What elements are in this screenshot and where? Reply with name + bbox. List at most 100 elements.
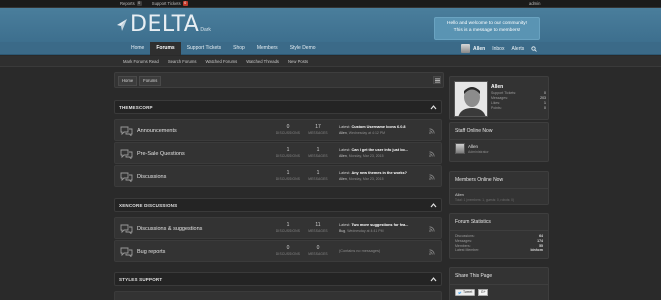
tab-forums[interactable]: Forums: [150, 42, 181, 55]
alerts-link[interactable]: Alerts: [511, 46, 524, 52]
discussion-count: 1 DISCUSSIONS: [275, 147, 301, 158]
support-tickets-link[interactable]: Support Tickets 0: [152, 1, 188, 6]
paper-plane-icon: [117, 19, 127, 31]
forum-node-partial: [114, 291, 442, 300]
google-plus-button[interactable]: G+: [478, 289, 489, 296]
discussion-count: 0 DISCUSSIONS: [275, 124, 301, 135]
main-navigation: Home Forums Support Tickets Shop Members…: [0, 42, 661, 55]
logo-subtitle: Dark: [200, 27, 211, 33]
latest-thread-link[interactable]: Any new themes in the works?: [351, 171, 407, 175]
site-logo[interactable]: DELTA Dark: [116, 14, 211, 36]
message-count: 11 MESSAGES: [308, 222, 328, 233]
admin-link[interactable]: admin: [529, 1, 540, 6]
rss-icon[interactable]: [429, 151, 435, 157]
tab-members[interactable]: Members: [251, 42, 284, 55]
forum-node-discussions-suggestions[interactable]: Discussions & suggestions 1 DISCUSSIONS 1…: [114, 217, 442, 239]
twitter-bird-icon: [458, 291, 462, 294]
category-header-xencore-discussions[interactable]: XENCORE DISCUSSIONS: [114, 198, 442, 212]
forum-title[interactable]: Announcements: [137, 128, 177, 134]
forum-statistics-block: Forum Statistics Discussions: 64 Messages…: [449, 213, 549, 259]
forum-title[interactable]: Discussions: [137, 174, 166, 180]
reports-label: Reports: [120, 1, 135, 6]
staff-avatar[interactable]: [455, 143, 465, 154]
search-forums-link[interactable]: Search Forums: [168, 56, 197, 67]
search-icon[interactable]: [531, 45, 538, 52]
category-header-styles-support[interactable]: STYLES SUPPORT: [114, 272, 442, 286]
site-header: DELTA Dark Hello and welcome to our comm…: [0, 8, 661, 42]
chevron-up-icon[interactable]: [430, 202, 437, 209]
forum-node-discussions[interactable]: Discussions 1 DISCUSSIONS 1 MESSAGES Lates…: [114, 165, 442, 187]
latest-author[interactable]: Bug: [339, 229, 345, 233]
welcome-notice: Hello and welcome to our community! This…: [434, 17, 540, 40]
staff-name[interactable]: Allen: [468, 144, 478, 149]
message-count: 17 MESSAGES: [308, 124, 328, 135]
tab-support-tickets[interactable]: Support Tickets: [181, 42, 227, 55]
latest-thread-link[interactable]: Two more suggestions for fea...: [351, 223, 408, 227]
rss-icon[interactable]: [429, 128, 435, 134]
breadcrumb-menu-button[interactable]: [433, 76, 441, 84]
latest-thread-link[interactable]: Custom Username Icons 6.0.8: [351, 125, 405, 129]
message-count: 1 MESSAGES: [308, 147, 328, 158]
forum-node-announcements[interactable]: Announcements 0 DISCUSSIONS 17 MESSAGES La…: [114, 119, 442, 141]
welcome-line-2: This is a message to members!: [453, 27, 521, 33]
reports-link[interactable]: Reports 0: [120, 1, 142, 6]
message-count: 1 MESSAGES: [308, 170, 328, 181]
logo-text: DELTA: [130, 12, 200, 37]
latest-post: Latest: Can I get the user info just bo.…: [339, 148, 409, 158]
support-tickets-count: 0: [182, 1, 188, 6]
latest-post: (Contains no messages): [339, 246, 417, 257]
chat-bubbles-icon: [120, 172, 133, 182]
latest-author[interactable]: Allen: [339, 177, 347, 181]
watched-threads-link[interactable]: Watched Threads: [246, 56, 279, 67]
chat-bubbles-icon: [120, 224, 133, 234]
top-bar: Reports 0 Support Tickets 0 admin: [0, 0, 661, 8]
avatar-photo: [455, 82, 487, 116]
chat-bubbles-icon: [120, 126, 133, 136]
category-title: XENCORE DISCUSSIONS: [119, 203, 178, 208]
members-online-block: Members Online Now Allen Total: 1 (membe…: [449, 171, 549, 205]
breadcrumb-home[interactable]: Home: [118, 76, 138, 86]
chevron-up-icon[interactable]: [430, 276, 437, 283]
user-avatar-small[interactable]: [461, 44, 470, 53]
latest-post: Latest: Custom Username Icons 6.0.8 Alle…: [339, 125, 406, 135]
forum-node-pre-sale-questions[interactable]: Pre-Sale Questions 1 DISCUSSIONS 1 MESSAGE…: [114, 142, 442, 164]
visitor-name[interactable]: Allen: [491, 84, 503, 90]
message-count: 0 MESSAGES: [308, 245, 328, 256]
forum-node-bug-reports[interactable]: Bug reports 0 DISCUSSIONS 0 MESSAGES (Cont…: [114, 240, 442, 262]
chevron-up-icon[interactable]: [430, 104, 437, 111]
tweet-button[interactable]: Tweet: [455, 289, 476, 296]
rss-icon[interactable]: [429, 249, 435, 255]
breadcrumb-forums[interactable]: Forums: [139, 76, 162, 86]
latest-member-link[interactable]: binhcm: [531, 248, 543, 253]
watched-forums-link[interactable]: Watched Forums: [205, 56, 237, 67]
visitor-panel: Allen Support Tickets: 0 Messages: 203 Lik…: [449, 76, 549, 120]
sidebar: Allen Support Tickets: 0 Messages: 203 Lik…: [449, 72, 549, 300]
chat-bubbles-icon: [120, 149, 133, 159]
mark-forums-read-link[interactable]: Mark Forums Read: [123, 56, 159, 67]
forum-title[interactable]: Pre-Sale Questions: [137, 151, 185, 157]
inbox-link[interactable]: Inbox: [492, 46, 504, 52]
staff-role: Administrator: [468, 150, 489, 154]
category-title: THEMESCORP: [119, 105, 153, 110]
latest-author[interactable]: Allen: [339, 131, 347, 135]
support-tickets-label: Support Tickets: [151, 1, 181, 6]
latest-thread-link[interactable]: Can I get the user info just bo...: [351, 148, 408, 152]
sub-navigation: Mark Forums Read Search Forums Watched F…: [0, 56, 661, 67]
tab-shop[interactable]: Shop: [227, 42, 251, 55]
share-page-block: Share This Page Tweet G+: [449, 267, 549, 300]
breadcrumb: Home Forums: [114, 72, 444, 88]
user-avatar[interactable]: [454, 81, 488, 117]
reports-count: 0: [136, 1, 142, 6]
rss-icon[interactable]: [429, 174, 435, 180]
tab-style-demo[interactable]: Style Demo: [284, 42, 322, 55]
forum-title[interactable]: Discussions & suggestions: [137, 226, 202, 232]
new-posts-link[interactable]: New Posts: [288, 56, 308, 67]
forum-title[interactable]: Bug reports: [137, 249, 165, 255]
category-header-themescorp[interactable]: THEMESCORP: [114, 100, 442, 114]
rss-icon[interactable]: [429, 226, 435, 232]
forum-list: Home Forums THEMESCORP Announcements 0 DI…: [114, 72, 444, 300]
online-member[interactable]: Allen: [455, 192, 464, 197]
tab-home[interactable]: Home: [125, 42, 150, 55]
latest-author[interactable]: Allen: [339, 154, 347, 158]
user-menu[interactable]: Allen: [473, 46, 485, 52]
